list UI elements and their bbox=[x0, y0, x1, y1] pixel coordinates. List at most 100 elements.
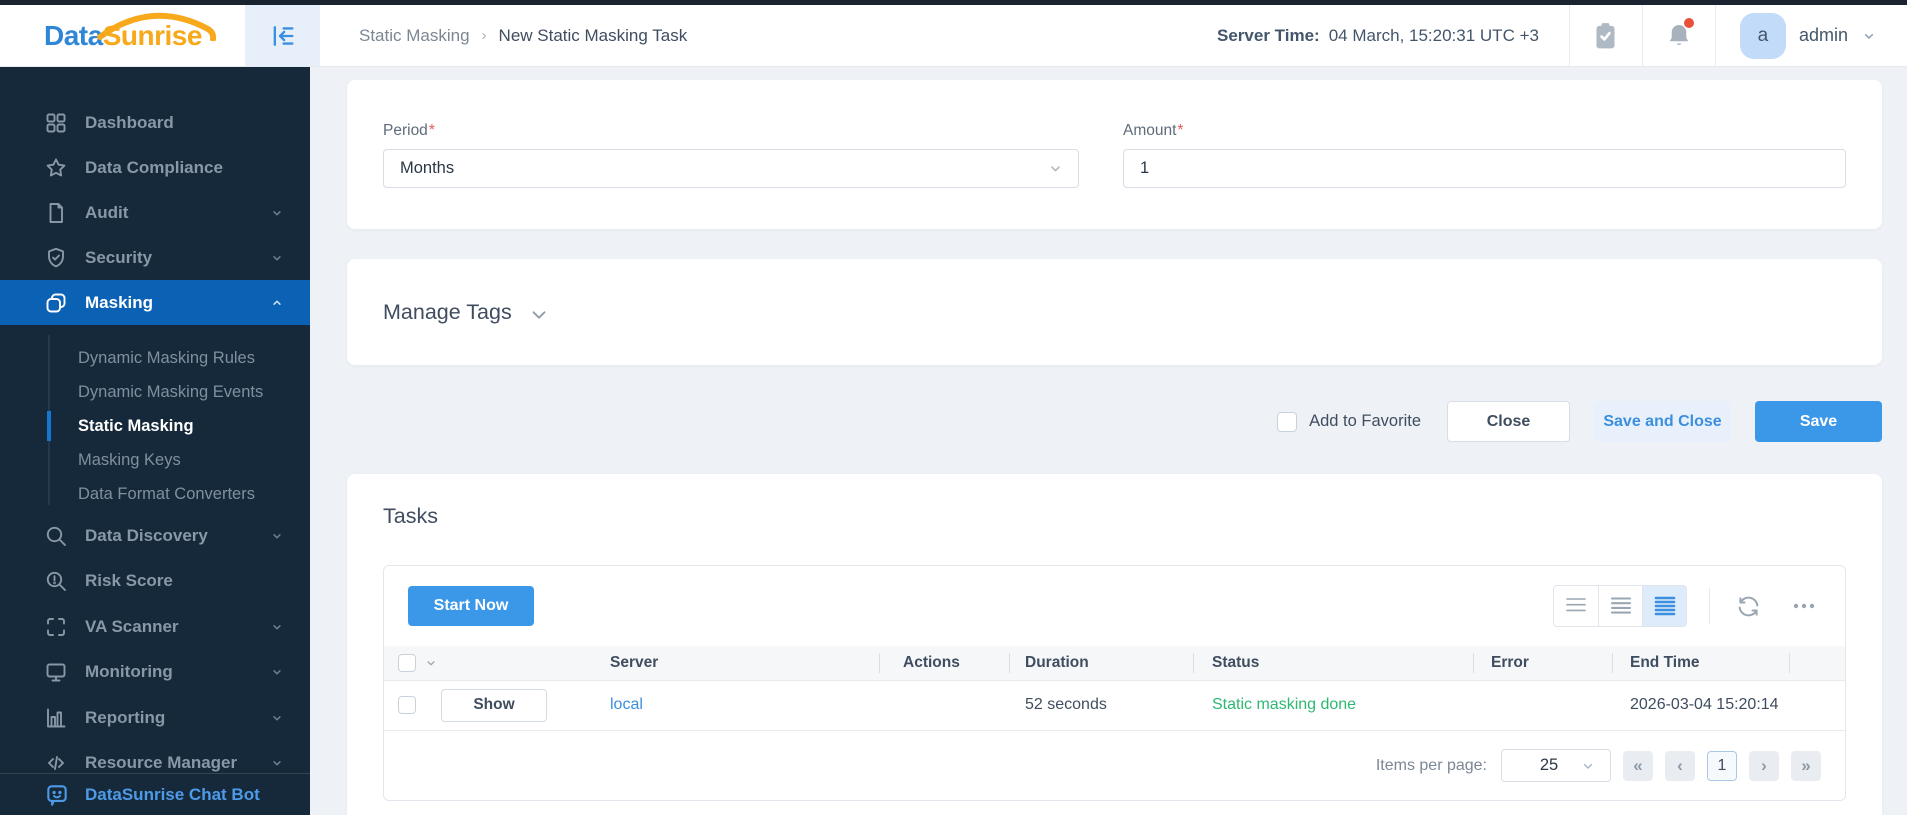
sidebar-item-audit[interactable]: Audit bbox=[0, 190, 310, 235]
view-density-dense-button[interactable] bbox=[1642, 586, 1686, 626]
sidebar-collapse-button[interactable] bbox=[245, 5, 320, 66]
column-header-server[interactable]: Server bbox=[596, 646, 879, 680]
select-all-checkbox[interactable] bbox=[398, 653, 416, 672]
breadcrumb-separator: › bbox=[481, 27, 487, 44]
server-time-value: 04 March, 15:20:31 UTC +3 bbox=[1328, 25, 1539, 45]
tasks-table: Server Actions Duration Status Error End… bbox=[384, 646, 1845, 730]
main-content: Period* Months Amount* Manage Tags Add t… bbox=[310, 67, 1907, 815]
row-checkbox[interactable] bbox=[398, 696, 416, 715]
mask-layers-icon bbox=[44, 290, 70, 316]
bar-chart-icon bbox=[44, 705, 70, 731]
column-header-actions[interactable]: Actions bbox=[879, 646, 1009, 680]
app-header: DataSunrise Static Masking › New Static … bbox=[0, 5, 1907, 67]
sidebar-item-label: Dashboard bbox=[85, 112, 174, 132]
chevron-down-icon bbox=[270, 665, 284, 679]
sidebar-item-label: Monitoring bbox=[85, 662, 173, 682]
logo-part-sunrise: Sunrise bbox=[102, 19, 203, 51]
submenu-item-dynamic-masking-events[interactable]: Dynamic Masking Events bbox=[0, 375, 310, 409]
column-header-duration[interactable]: Duration bbox=[1009, 646, 1193, 680]
sidebar-item-va-scanner[interactable]: VA Scanner bbox=[0, 604, 310, 650]
sidebar-item-monitoring[interactable]: Monitoring bbox=[0, 650, 310, 696]
next-page-button[interactable]: › bbox=[1749, 750, 1779, 781]
submenu-item-masking-keys[interactable]: Masking Keys bbox=[0, 443, 310, 477]
chat-bot-label: DataSunrise Chat Bot bbox=[85, 784, 260, 804]
sidebar-item-label: Reporting bbox=[85, 707, 166, 727]
submenu-item-data-format-converters[interactable]: Data Format Converters bbox=[0, 477, 310, 511]
period-select-value: Months bbox=[400, 159, 455, 177]
sidebar-item-masking[interactable]: Masking bbox=[0, 280, 310, 325]
chevron-down-icon bbox=[1047, 160, 1064, 177]
sidebar-item-risk-score[interactable]: Risk Score bbox=[0, 559, 310, 605]
sidebar-item-security[interactable]: Security bbox=[0, 235, 310, 280]
star-icon bbox=[44, 155, 70, 181]
pagination-bar: Items per page: 25 « ‹ 1 › » bbox=[384, 730, 1845, 800]
save-button[interactable]: Save bbox=[1755, 401, 1882, 442]
period-select[interactable]: Months bbox=[383, 149, 1079, 188]
column-header-status[interactable]: Status bbox=[1193, 646, 1473, 680]
grid-icon bbox=[44, 110, 70, 136]
submenu-item-static-masking[interactable]: Static Masking bbox=[0, 409, 310, 443]
show-button[interactable]: Show bbox=[441, 688, 547, 722]
items-per-page-select[interactable]: 25 bbox=[1501, 749, 1611, 782]
previous-page-button[interactable]: ‹ bbox=[1665, 750, 1695, 781]
current-page-button[interactable]: 1 bbox=[1707, 750, 1737, 781]
view-density-compact-button[interactable] bbox=[1554, 586, 1598, 626]
view-density-toggle bbox=[1553, 585, 1687, 627]
chat-bot-icon bbox=[47, 784, 67, 806]
required-marker: * bbox=[428, 122, 435, 139]
actions-cell bbox=[879, 679, 1009, 730]
more-options-button[interactable] bbox=[1787, 589, 1821, 623]
sidebar-item-data-discovery[interactable]: Data Discovery bbox=[0, 513, 310, 559]
start-now-button[interactable]: Start Now bbox=[408, 586, 534, 626]
refresh-button[interactable] bbox=[1732, 590, 1765, 623]
shield-check-icon bbox=[44, 245, 70, 271]
period-label: Period* bbox=[383, 122, 1079, 140]
add-to-favorite-group: Add to Favorite bbox=[1277, 411, 1421, 432]
chevron-up-icon bbox=[270, 296, 284, 310]
ellipsis-icon bbox=[1793, 603, 1815, 609]
notification-dot bbox=[1683, 18, 1694, 28]
manage-tags-title: Manage Tags bbox=[383, 299, 512, 324]
amount-field: Amount* bbox=[1123, 122, 1846, 229]
toolbar-divider bbox=[1709, 588, 1710, 624]
collapse-sidebar-icon bbox=[273, 25, 293, 46]
breadcrumb-section[interactable]: Static Masking bbox=[359, 26, 470, 46]
sidebar-item-data-compliance[interactable]: Data Compliance bbox=[0, 145, 310, 190]
chevron-down-icon bbox=[270, 206, 284, 220]
sidebar-upper-items: Dashboard Data Compliance Audit Security bbox=[0, 67, 310, 325]
user-menu[interactable]: a admin bbox=[1716, 5, 1907, 66]
clipboard-check-icon bbox=[1596, 22, 1615, 48]
chevron-down-icon[interactable] bbox=[424, 656, 438, 670]
submenu-item-dynamic-masking-rules[interactable]: Dynamic Masking Rules bbox=[0, 341, 310, 375]
breadcrumb: Static Masking › New Static Masking Task bbox=[359, 5, 687, 66]
datasunrise-logo[interactable]: DataSunrise bbox=[0, 5, 245, 66]
sidebar-item-label: Security bbox=[85, 247, 153, 267]
server-link[interactable]: local bbox=[610, 696, 643, 713]
manage-tags-card: Manage Tags bbox=[347, 259, 1882, 365]
sidebar-item-dashboard[interactable]: Dashboard bbox=[0, 100, 310, 145]
monitor-icon bbox=[44, 659, 70, 685]
sidebar-chat-bot[interactable]: DataSunrise Chat Bot bbox=[0, 773, 310, 815]
save-and-close-button[interactable]: Save and Close bbox=[1594, 401, 1731, 442]
add-to-favorite-checkbox[interactable] bbox=[1277, 411, 1298, 432]
scanner-frame-icon bbox=[44, 614, 70, 640]
notifications-button[interactable] bbox=[1643, 5, 1715, 66]
tasks-clipboard-button[interactable] bbox=[1570, 5, 1642, 66]
row-select-cell bbox=[384, 696, 441, 715]
amount-input[interactable] bbox=[1123, 149, 1846, 188]
server-time-label: Server Time: bbox=[1217, 25, 1320, 45]
amount-label-text: Amount bbox=[1123, 122, 1177, 139]
chevron-down-icon bbox=[270, 529, 284, 543]
tasks-panel: Start Now Server Actions Duration Status… bbox=[383, 565, 1846, 801]
first-page-button[interactable]: « bbox=[1623, 750, 1653, 781]
sidebar-nav: Dashboard Data Compliance Audit Security bbox=[0, 67, 310, 815]
column-header-error[interactable]: Error bbox=[1473, 646, 1612, 680]
sidebar-item-label: Data Discovery bbox=[85, 525, 208, 545]
last-page-button[interactable]: » bbox=[1791, 750, 1821, 781]
view-density-medium-button[interactable] bbox=[1598, 586, 1642, 626]
column-header-end-time[interactable]: End Time bbox=[1612, 646, 1789, 680]
chevron-down-icon bbox=[1580, 758, 1596, 774]
close-button[interactable]: Close bbox=[1447, 401, 1570, 442]
manage-tags-expand-button[interactable] bbox=[528, 304, 550, 326]
sidebar-item-reporting[interactable]: Reporting bbox=[0, 695, 310, 741]
